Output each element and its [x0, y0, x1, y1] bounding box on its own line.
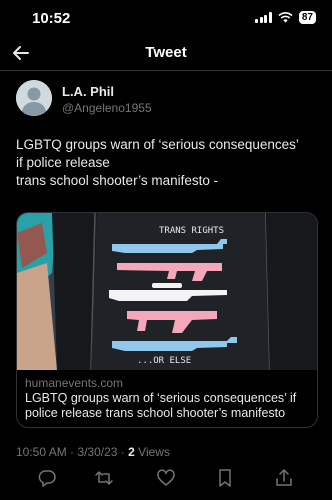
- tweet-date: 3/30/23: [77, 445, 118, 459]
- card-domain: humanevents.com: [25, 376, 124, 390]
- top-navigation: Tweet: [0, 38, 332, 70]
- meta-separator: ·: [70, 445, 75, 459]
- reply-icon[interactable]: [37, 468, 57, 488]
- header-divider: [0, 70, 332, 71]
- meta-separator: ·: [120, 445, 125, 459]
- signal-icon: [255, 12, 272, 23]
- tweet-text-line: trans school shooter’s manifesto -: [16, 173, 219, 188]
- author-handle[interactable]: @Angeleno1955: [62, 101, 152, 115]
- card-title: LGBTQ groups warn of ‘serious consequenc…: [25, 391, 297, 420]
- views-label: Views: [138, 445, 170, 459]
- avatar[interactable]: [16, 80, 52, 116]
- page-title: Tweet: [145, 44, 187, 61]
- share-icon[interactable]: [274, 468, 294, 488]
- like-icon[interactable]: [156, 468, 176, 488]
- status-bar: 10:52 87: [0, 0, 332, 36]
- views-count: 2: [128, 445, 135, 459]
- status-icons: 87: [255, 11, 316, 24]
- tweet-actions: [0, 466, 332, 492]
- retweet-icon[interactable]: [94, 468, 114, 488]
- card-image: TRANS RIGHTS ...OR ELSE: [17, 213, 317, 370]
- default-avatar-icon: [16, 80, 52, 116]
- tweet-text-line: if police release: [16, 155, 110, 170]
- battery-icon: 87: [298, 11, 316, 24]
- tweet-text: LGBTQ groups warn of ‘serious consequenc…: [16, 136, 322, 190]
- tweet-text-line: LGBTQ groups warn of ‘serious consequenc…: [16, 137, 299, 152]
- image-top-text: TRANS RIGHTS: [159, 226, 224, 236]
- tweet-time: 10:50 AM: [16, 445, 67, 459]
- image-bottom-text: ...OR ELSE: [137, 356, 191, 366]
- tweet-meta: 10:50 AM · 3/30/23 · 2 Views: [16, 445, 170, 459]
- wifi-icon: [278, 12, 293, 23]
- status-time: 10:52: [32, 10, 71, 27]
- bookmark-icon[interactable]: [215, 468, 235, 488]
- author-display-name[interactable]: L.A. Phil: [62, 84, 114, 99]
- link-preview-card[interactable]: TRANS RIGHTS ...OR ELSE humanevents.com …: [16, 212, 318, 428]
